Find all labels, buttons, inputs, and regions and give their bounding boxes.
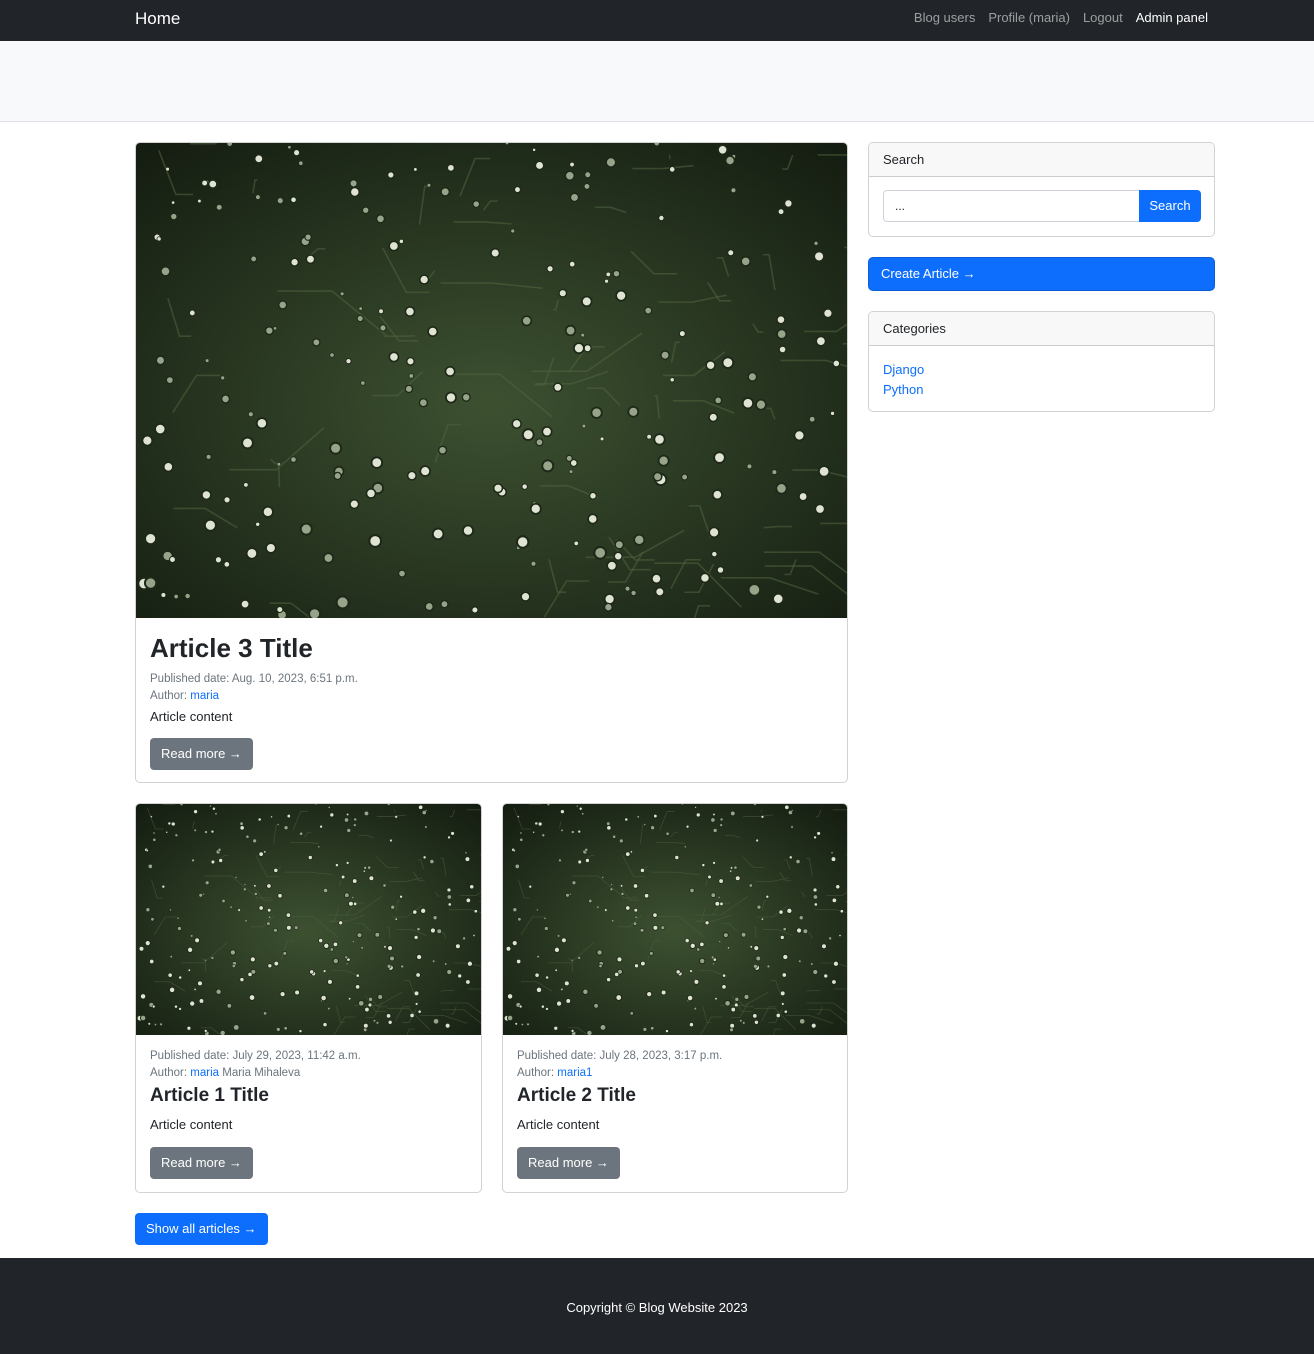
category-link-django[interactable]: Django — [883, 360, 924, 380]
nav-link-logout[interactable]: Logout — [1083, 10, 1123, 25]
search-card-header: Search — [869, 143, 1214, 177]
header-banner — [0, 41, 1314, 122]
author-link[interactable]: maria — [190, 1067, 219, 1079]
nav-links: Blog users Profile (maria) Logout Admin … — [914, 10, 1208, 25]
article-author: Author: maria1 — [517, 1065, 833, 1082]
featured-article-card: Article 3 Title Published date: Aug. 10,… — [135, 142, 848, 783]
read-more-button[interactable]: Read more → — [150, 1147, 253, 1179]
author-link[interactable]: maria — [190, 690, 219, 702]
author-label: Author: — [150, 1067, 188, 1079]
navbar: Home Blog users Profile (maria) Logout A… — [0, 0, 1314, 41]
nav-link-blog-users[interactable]: Blog users — [914, 10, 975, 25]
category-link-python[interactable]: Python — [883, 380, 924, 400]
article-published: Published date: July 28, 2023, 3:17 p.m. — [517, 1050, 723, 1062]
article-content: Article content — [150, 1117, 233, 1132]
search-form: ... Search — [883, 190, 1201, 222]
featured-read-more-button[interactable]: Read more → — [150, 738, 253, 770]
nav-link-profile[interactable]: Profile (maria) — [988, 10, 1070, 25]
create-article-button[interactable]: Create Article → — [868, 257, 1215, 291]
featured-article-image — [136, 143, 847, 618]
author-full-name: Maria Mihaleva — [222, 1067, 301, 1079]
nav-link-admin-panel[interactable]: Admin panel — [1136, 10, 1208, 25]
categories-card: Categories Django Python — [868, 311, 1215, 412]
featured-article-content: Article content — [150, 709, 233, 724]
categories-list: Django Python — [883, 360, 924, 400]
categories-card-header: Categories — [869, 312, 1214, 346]
article-title[interactable]: Article 1 Title — [150, 1083, 467, 1109]
article-content: Article content — [517, 1117, 600, 1132]
search-button[interactable]: Search — [1139, 190, 1201, 222]
author-label: Author: — [150, 690, 188, 702]
footer: Copyright © Blog Website 2023 — [0, 1258, 1314, 1354]
search-card: Search ... Search — [868, 142, 1215, 237]
circuit-board-image — [136, 143, 847, 618]
search-input[interactable]: ... — [883, 190, 1139, 222]
featured-article-published: Published date: Aug. 10, 2023, 6:51 p.m. — [150, 673, 358, 685]
footer-copyright: Copyright © Blog Website 2023 — [566, 1300, 748, 1315]
circuit-board-image — [503, 804, 847, 1035]
featured-article-author: Author: maria — [150, 688, 833, 705]
brand-home-link[interactable]: Home — [135, 9, 180, 29]
show-all-articles-button[interactable]: Show all articles → — [135, 1213, 268, 1245]
article-card: Published date: July 28, 2023, 3:17 p.m.… — [502, 803, 848, 1193]
read-more-button[interactable]: Read more → — [517, 1147, 620, 1179]
circuit-board-image — [136, 804, 481, 1035]
article-author: Author: maria Maria Mihaleva — [150, 1065, 467, 1082]
author-link[interactable]: maria1 — [557, 1067, 592, 1079]
article-published: Published date: July 29, 2023, 11:42 a.m… — [150, 1050, 361, 1062]
article-title[interactable]: Article 2 Title — [517, 1083, 833, 1109]
article-image — [136, 804, 481, 1035]
author-label: Author: — [517, 1067, 555, 1079]
article-card: Published date: July 29, 2023, 11:42 a.m… — [135, 803, 482, 1193]
featured-article-title[interactable]: Article 3 Title — [150, 632, 833, 664]
article-image — [503, 804, 847, 1035]
